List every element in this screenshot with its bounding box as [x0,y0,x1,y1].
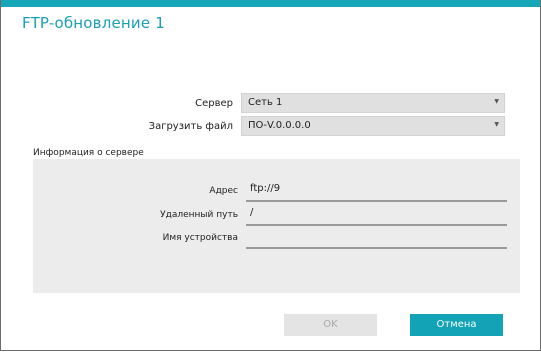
address-label: Адрес [209,186,238,196]
dialog-title: FTP-обновление 1 [22,14,166,32]
chevron-down-icon: ▼ [494,121,499,128]
chevron-down-icon: ▼ [494,98,499,105]
file-name-field[interactable] [246,227,507,249]
remote-path-label: Удаленный путь [160,210,238,220]
server-select[interactable]: Сеть 1 ▼ [241,93,505,113]
cancel-button[interactable]: Отмена [410,314,503,336]
server-info-panel: Адрес ftp://9 Удаленный путь / Имя устро… [33,159,520,293]
server-info-section-label: Информация о сервере [33,148,144,158]
ftp-update-dialog: FTP-обновление 1 Сервер Сеть 1 ▼ Загрузи… [0,0,541,351]
ok-button[interactable]: OK [284,314,377,336]
upload-file-label: Загрузить файл [148,121,233,132]
remote-path-value: / [250,207,254,218]
address-value: ftp://9 [250,183,281,194]
dialog-accent-bar [1,0,540,7]
upload-file-select-value: ПО-V.0.0.0.0 [248,120,311,131]
server-select-value: Сеть 1 [248,97,283,108]
file-name-label: Имя устройства [162,233,238,243]
server-label: Сервер [195,98,233,109]
upload-file-select[interactable]: ПО-V.0.0.0.0 ▼ [241,116,505,136]
address-field[interactable]: ftp://9 [246,180,507,202]
remote-path-field[interactable]: / [246,204,507,226]
